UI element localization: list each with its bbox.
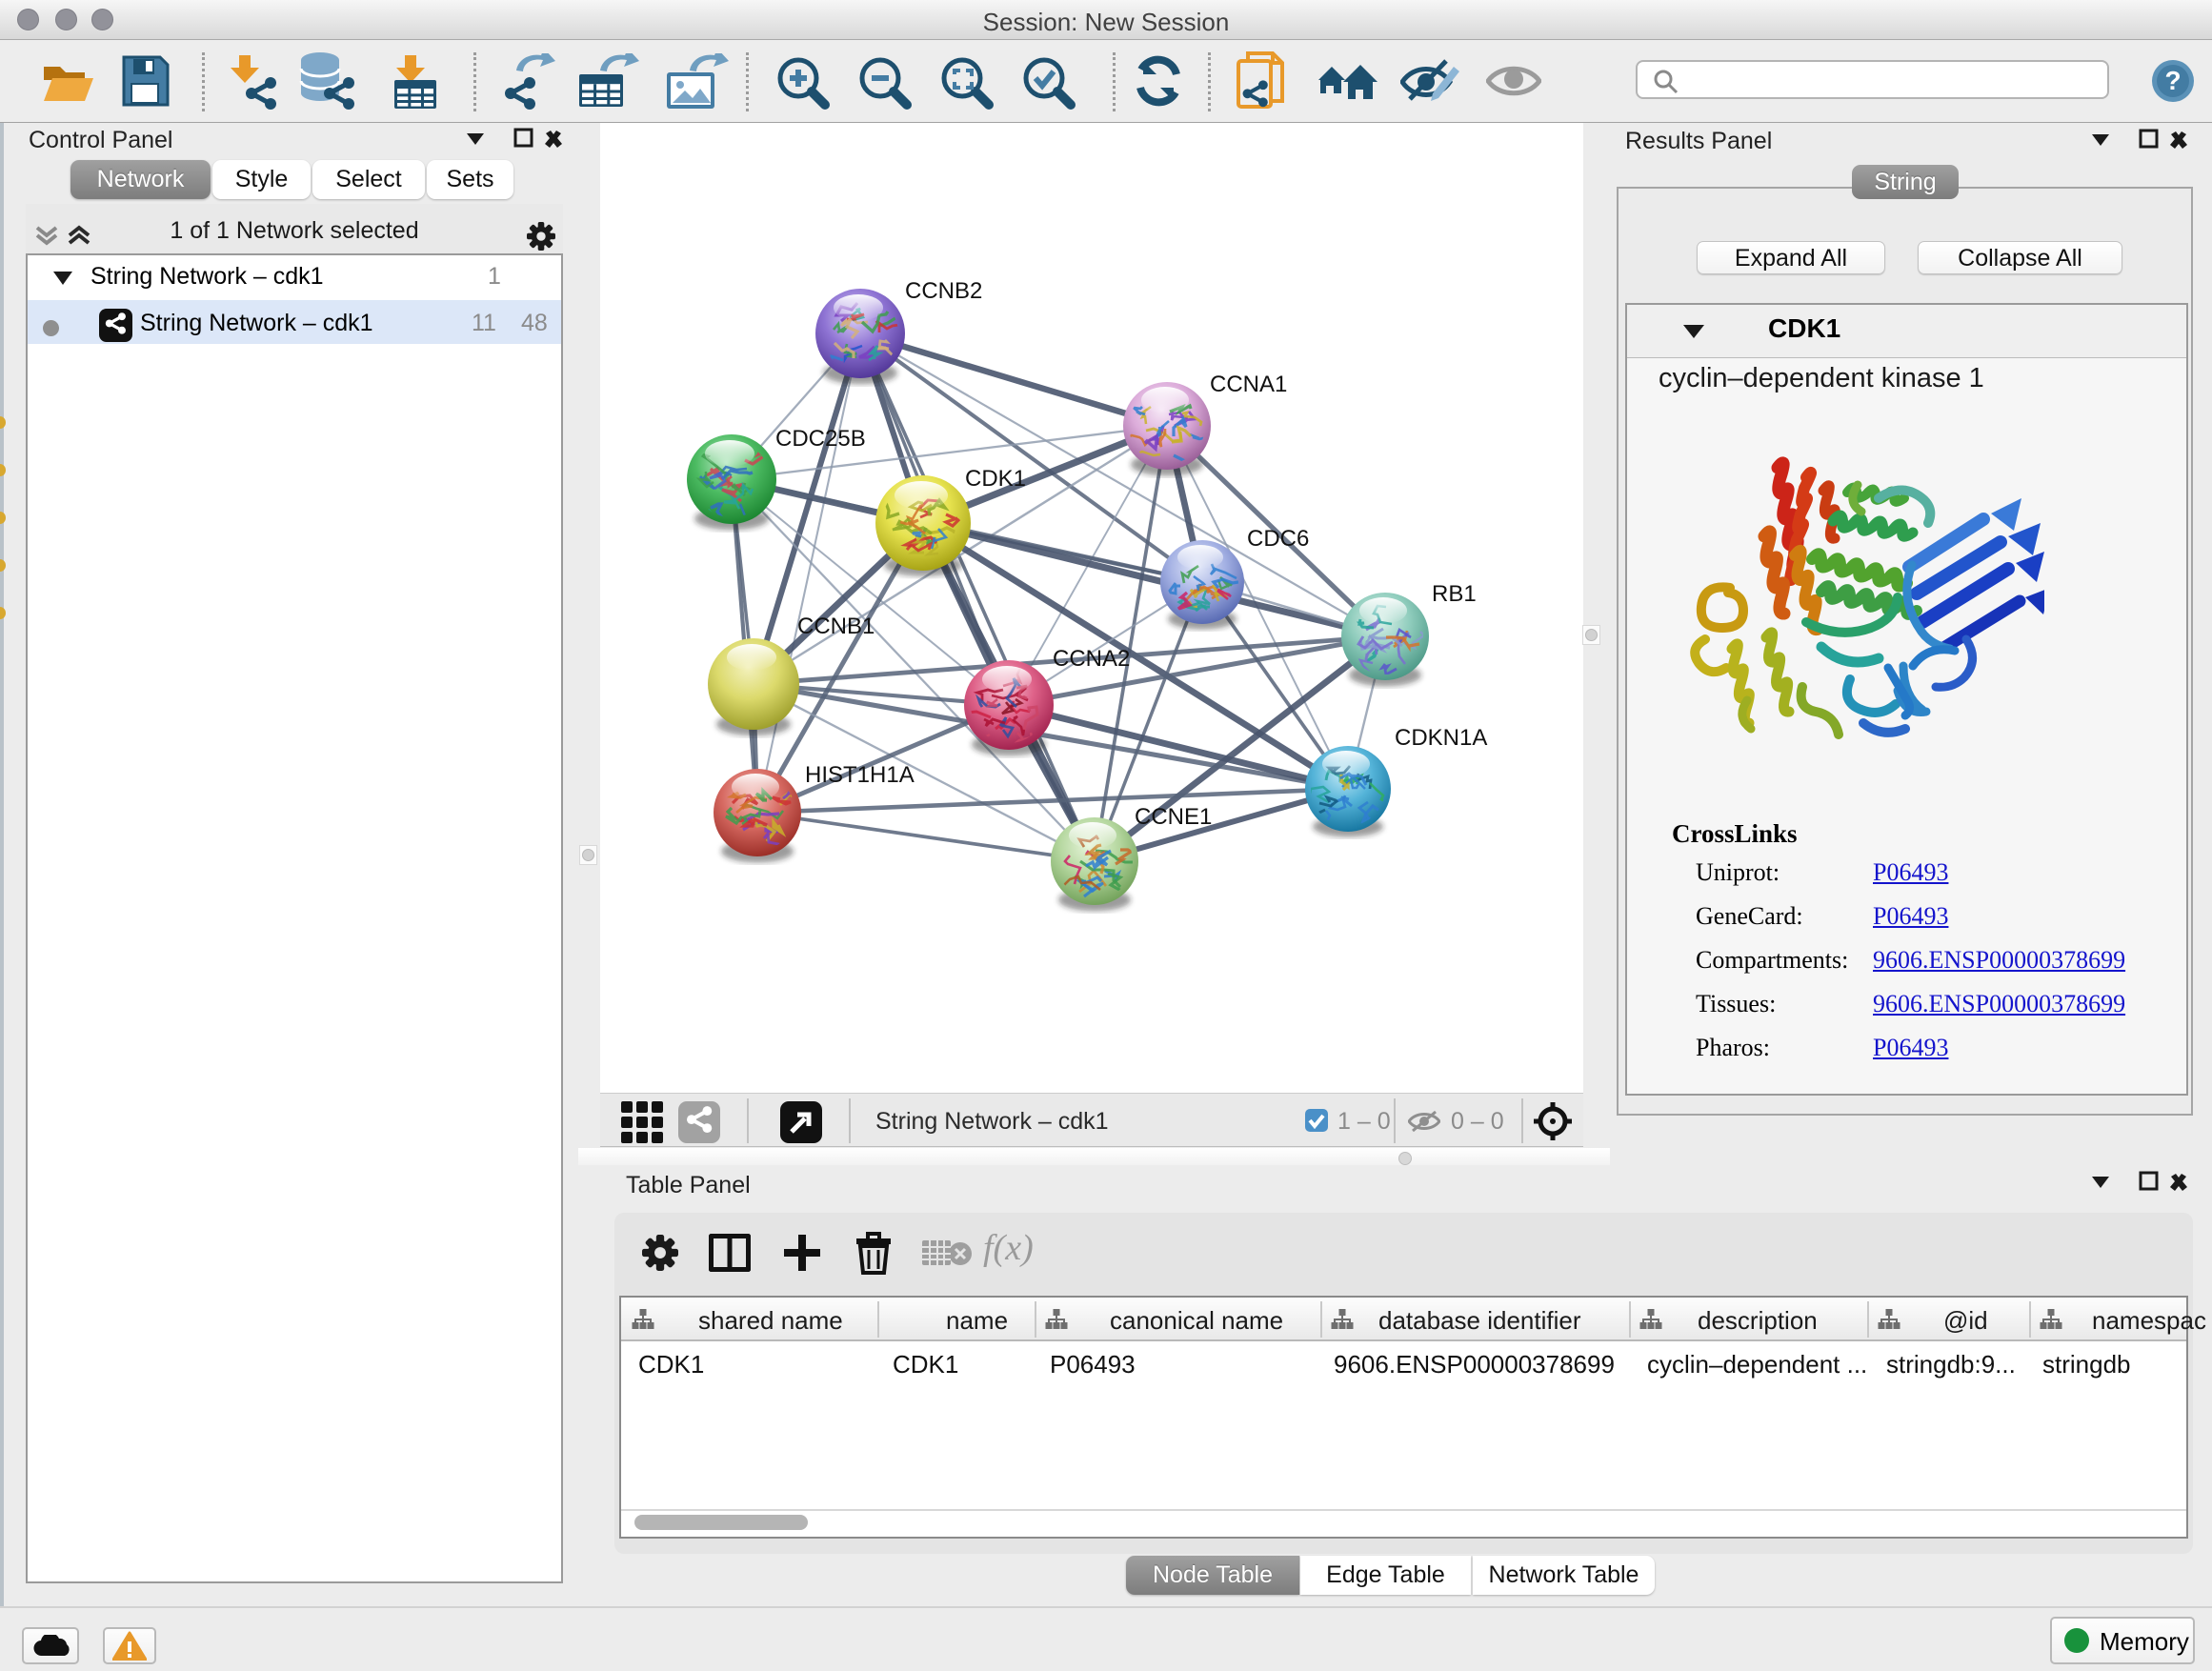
svg-text:?: ?	[2164, 66, 2181, 95]
